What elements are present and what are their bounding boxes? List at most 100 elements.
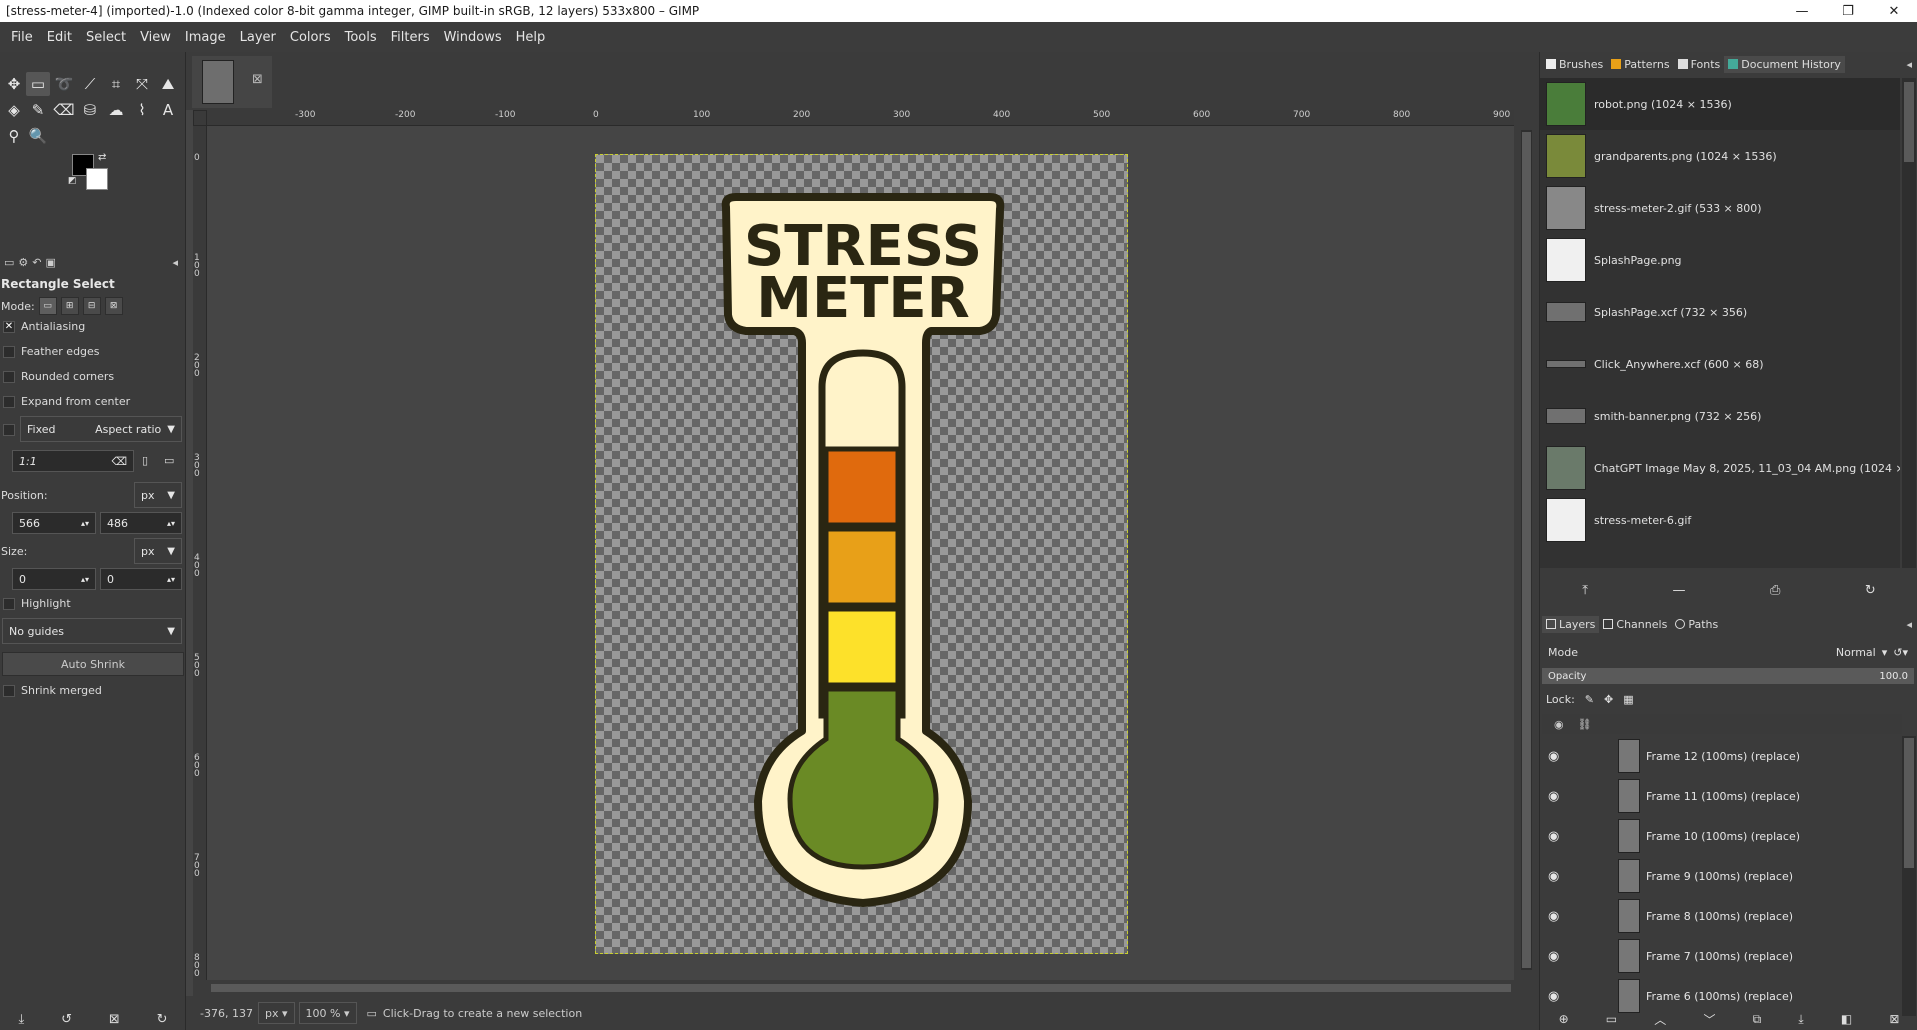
paintbrush-tool-icon[interactable]: ✎ [26,98,50,122]
mask-icon[interactable]: ◧ [1841,1012,1852,1026]
history-item[interactable]: smith-banner.png (732 × 256) [1540,390,1900,442]
layer-row[interactable]: ◉ Frame 11 (100ms) (replace) [1540,776,1900,816]
crop-tool-icon[interactable]: ⌗ [104,72,128,96]
eye-icon[interactable]: ◉ [1548,829,1559,844]
delete-options-icon[interactable]: ⊠ [109,1012,120,1027]
path-tool-icon[interactable]: ⌇ [130,98,154,122]
history-item[interactable]: SplashPage.png [1540,234,1900,286]
remove-entry-icon[interactable]: — [1672,583,1685,598]
position-y-input[interactable]: 486 ▴▾ [100,512,182,534]
position-unit-select[interactable]: px ▼ [134,482,182,508]
checkbox-icon[interactable] [3,395,15,408]
mode-add-button[interactable]: ⊞ [60,297,79,315]
history-item[interactable]: grandparents.png (1024 × 1536) [1540,130,1900,182]
menu-view[interactable]: View [133,30,178,45]
new-layer-icon[interactable]: ⊕ [1559,1012,1569,1026]
images-tab-icon[interactable]: ▣ [46,256,56,269]
color-picker-tool-icon[interactable]: ⚲ [2,124,26,148]
eye-icon[interactable]: ◉ [1548,909,1559,924]
tab-brushes[interactable]: Brushes [1542,56,1607,73]
raise-layer-icon[interactable]: ︿ [1654,1011,1666,1028]
tool-options-tab-icon[interactable]: ▭ [4,256,14,269]
highlight-checkbox[interactable]: Highlight [3,597,71,610]
duplicate-layer-icon[interactable]: ⧉ [1753,1012,1762,1027]
spin-icon[interactable]: ▴▾ [167,575,175,584]
auto-shrink-button[interactable]: Auto Shrink [2,652,184,676]
unit-select[interactable]: px ▾ [258,1002,295,1024]
minimize-button[interactable]: — [1779,0,1825,22]
history-item[interactable]: stress-meter-6.gif [1540,494,1900,546]
spin-icon[interactable]: ▴▾ [167,519,175,528]
scroll-thumb[interactable] [1904,82,1914,162]
size-h-input[interactable]: 0 ▴▾ [100,568,182,590]
eye-icon[interactable]: ◉ [1548,869,1559,884]
clear-history-icon[interactable]: ⎙ [1770,583,1780,598]
reset-options-icon[interactable]: ↻ [157,1012,168,1027]
size-w-input[interactable]: 0 ▴▾ [12,568,96,590]
tab-paths[interactable]: Paths [1671,616,1722,633]
reset-colors-icon[interactable]: ◩ [68,176,77,186]
checkbox-checked-icon[interactable]: ✕ [3,320,15,333]
lock-position-icon[interactable]: ✥ [1604,693,1613,706]
warp-tool-icon[interactable]: ⛰ [156,72,180,96]
reset-mode-icon[interactable]: ↺▾ [1893,646,1908,659]
tab-fonts[interactable]: Fonts [1674,56,1725,73]
tab-layers[interactable]: Layers [1542,615,1600,633]
clear-icon[interactable]: ⌫ [111,455,127,468]
eraser-tool-icon[interactable]: ⌫ [52,98,76,122]
vertical-scrollbar[interactable] [1514,110,1539,980]
move-tool-icon[interactable]: ✥ [2,72,26,96]
size-unit-select[interactable]: px ▼ [134,538,182,564]
close-button[interactable]: ✕ [1871,0,1917,22]
merge-layer-icon[interactable]: ⤓ [1798,1012,1803,1027]
eye-icon[interactable]: ◉ [1548,789,1559,804]
eye-icon[interactable]: ◉ [1548,749,1559,764]
ruler-corner-icon[interactable] [193,110,207,126]
chain-header-icon[interactable]: ⛓ [1578,718,1592,731]
vertical-ruler[interactable]: 0 100 200 300 400 500 600 700 800 [193,126,207,980]
tab-channels[interactable]: Channels [1599,616,1671,633]
menu-select[interactable]: Select [79,30,133,45]
clone-tool-icon[interactable]: ⛁ [78,98,102,122]
menu-image[interactable]: Image [178,30,233,45]
checkbox-icon[interactable] [3,370,15,383]
maximize-button[interactable]: ❐ [1825,0,1871,22]
mode-subtract-button[interactable]: ⊟ [82,297,101,315]
layer-mode-select[interactable]: Normal ▾ ↺▾ [1836,646,1908,659]
portrait-icon[interactable]: ▯ [142,454,148,467]
history-item[interactable]: stress-meter-2.gif (533 × 800) [1540,182,1900,234]
eye-icon[interactable]: ◉ [1548,989,1559,1004]
save-options-icon[interactable]: ⤓ [18,1012,24,1027]
layer-row[interactable]: ◉ Frame 12 (100ms) (replace) [1540,736,1900,776]
menu-tools[interactable]: Tools [338,30,384,45]
horizontal-ruler[interactable]: -300 -200 -100 0 100 200 300 400 500 600… [207,110,1514,126]
tab-document-history[interactable]: Document History [1724,55,1845,73]
configure-tab-icon[interactable]: ◂ [1906,618,1912,631]
scroll-thumb[interactable] [1522,132,1531,968]
delete-layer-icon[interactable]: ⊠ [1889,1012,1899,1026]
layer-row[interactable]: ◉ Frame 8 (100ms) (replace) [1540,896,1900,936]
close-tab-icon[interactable]: ⊠ [252,72,263,87]
history-item[interactable]: SplashPage.xcf (732 × 356) [1540,286,1900,338]
guides-select[interactable]: No guides ▼ [2,618,182,644]
menu-file[interactable]: File [4,30,40,45]
visibility-header-icon[interactable]: ◉ [1554,718,1564,731]
fuzzy-select-tool-icon[interactable]: ⟋ [78,72,102,96]
checkbox-icon[interactable] [3,345,15,358]
lasso-tool-icon[interactable]: ➰ [52,72,76,96]
menu-layer[interactable]: Layer [233,30,283,45]
layers-scrollbar[interactable] [1902,736,1916,1016]
tab-patterns[interactable]: Patterns [1607,56,1673,73]
position-x-input[interactable]: 566 ▴▾ [12,512,96,534]
layer-row[interactable]: ◉ Frame 7 (100ms) (replace) [1540,936,1900,976]
menu-windows[interactable]: Windows [437,30,509,45]
configure-tab-icon[interactable]: ◂ [1906,58,1912,71]
open-image-icon[interactable]: ⤒ [1582,583,1588,598]
scroll-thumb[interactable] [1904,738,1914,868]
history-item[interactable]: ChatGPT Image May 8, 2025, 11_03_04 AM.p… [1540,442,1900,494]
layer-row[interactable]: ◉ Frame 10 (100ms) (replace) [1540,816,1900,856]
lock-alpha-icon[interactable]: ▦ [1623,693,1633,706]
history-item[interactable]: robot.png (1024 × 1536) [1540,78,1900,130]
menu-help[interactable]: Help [509,30,553,45]
ratio-input[interactable]: 1:1 ⌫ [12,450,134,472]
